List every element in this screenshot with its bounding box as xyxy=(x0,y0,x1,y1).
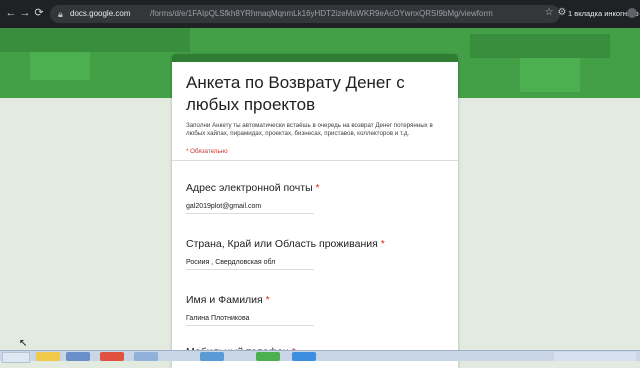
address-bar[interactable]: 🔒︎ docs.google.com /forms/d/e/1FAIpQLSfk… xyxy=(50,5,560,23)
incognito-icon[interactable] xyxy=(627,8,637,18)
banner-shape xyxy=(30,52,90,80)
question-label-text: Имя и Фамилия xyxy=(186,294,263,306)
question-label-region: Страна, Край или Область проживания * xyxy=(186,238,385,250)
url-domain: docs.google.com xyxy=(70,9,131,18)
name-field[interactable]: Галина Плотникова xyxy=(186,315,314,326)
divider xyxy=(172,160,458,161)
question-label-name: Имя и Фамилия * xyxy=(186,294,270,306)
form-card: Анкета по Возврату Денег с любых проекто… xyxy=(172,54,458,368)
browser-toolbar: ← → ⟳ 🔒︎ docs.google.com /forms/d/e/1FAI… xyxy=(0,0,640,28)
start-button[interactable] xyxy=(2,352,30,363)
taskbar xyxy=(0,350,640,363)
required-star: * xyxy=(380,238,385,250)
mouse-cursor-icon: ↖ xyxy=(19,338,28,349)
lock-icon: 🔒︎ xyxy=(58,9,63,19)
region-field[interactable]: Росиия , Свердловская обл xyxy=(186,259,314,270)
back-icon[interactable]: ← xyxy=(4,6,18,20)
form-description: Заполни Анкету ты автоматически встаёшь … xyxy=(186,122,433,137)
required-note: * Обязательно xyxy=(186,148,228,155)
banner-shape xyxy=(520,58,580,92)
email-field[interactable]: gal2019plot@gmail.com xyxy=(186,203,314,214)
form-title: Анкета по Возврату Денег с любых проекто… xyxy=(186,73,405,114)
bookmark-star-icon[interactable]: ☆ xyxy=(544,8,554,18)
banner-shape xyxy=(470,34,610,58)
required-star: * xyxy=(315,182,320,194)
forward-icon[interactable]: → xyxy=(18,6,32,20)
required-star: * xyxy=(265,294,270,306)
question-label-email: Адрес электронной почты * xyxy=(186,182,320,194)
url-path: /forms/d/e/1FAIpQLSfkh8YRhmaqMqnmLk16yHD… xyxy=(150,9,493,18)
reload-icon[interactable]: ⟳ xyxy=(32,6,46,20)
extension-icon[interactable]: ⚙ xyxy=(557,8,567,18)
banner-shape xyxy=(0,28,190,52)
question-label-text: Адрес электронной почты xyxy=(186,182,313,194)
question-label-text: Страна, Край или Область проживания xyxy=(186,238,378,250)
